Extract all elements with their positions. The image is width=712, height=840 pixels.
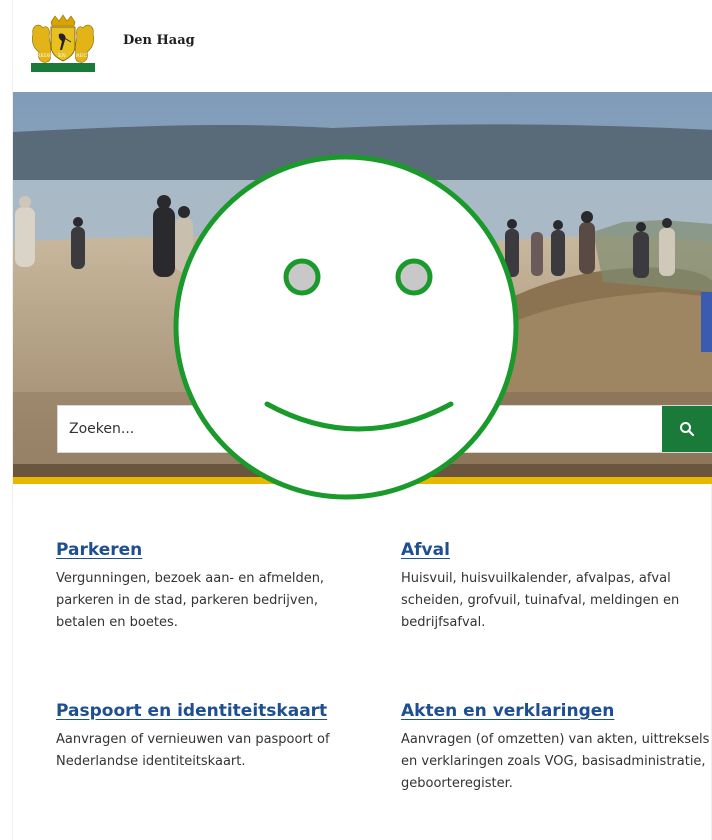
logo-motto-right: RECHT <box>76 53 95 59</box>
card-afval: Afval Huisvuil, huisvuilkalender, afvalp… <box>401 540 711 634</box>
card-parkeren: Parkeren Vergunningen, bezoek aan- en af… <box>56 540 366 634</box>
site-header: VREDE EN RECHT Den Haag <box>13 0 712 92</box>
card-description: Aanvragen (of omzetten) van akten, uittr… <box>401 732 710 791</box>
den-haag-coat-of-arms-logo[interactable] <box>29 14 97 76</box>
card-description: Aanvragen of vernieuwen van paspoort of … <box>56 732 330 769</box>
search-icon <box>680 422 695 437</box>
card-paspoort: Paspoort en identiteitskaart Aanvragen o… <box>56 701 366 773</box>
card-title-link[interactable]: Paspoort en identiteitskaart <box>56 701 327 721</box>
logo-motto-left: VREDE <box>33 53 52 59</box>
card-title-link[interactable]: Parkeren <box>56 540 142 560</box>
smiley-face-icon <box>173 154 519 500</box>
logo-motto-mid: EN <box>58 53 67 59</box>
site-name-link[interactable]: Den Haag <box>123 33 195 48</box>
search-button[interactable] <box>662 406 712 452</box>
card-description: Vergunningen, bezoek aan- en afmelden, p… <box>56 571 325 630</box>
page-frame: VREDE EN RECHT Den Haag Zoeken... Parker… <box>12 0 712 840</box>
card-title-link[interactable]: Afval <box>401 540 450 560</box>
card-description: Huisvuil, huisvuilkalender, afvalpas, af… <box>401 571 680 630</box>
card-title-link[interactable]: Akten en verklaringen <box>401 701 614 721</box>
card-akten: Akten en verklaringen Aanvragen (of omze… <box>401 701 711 795</box>
